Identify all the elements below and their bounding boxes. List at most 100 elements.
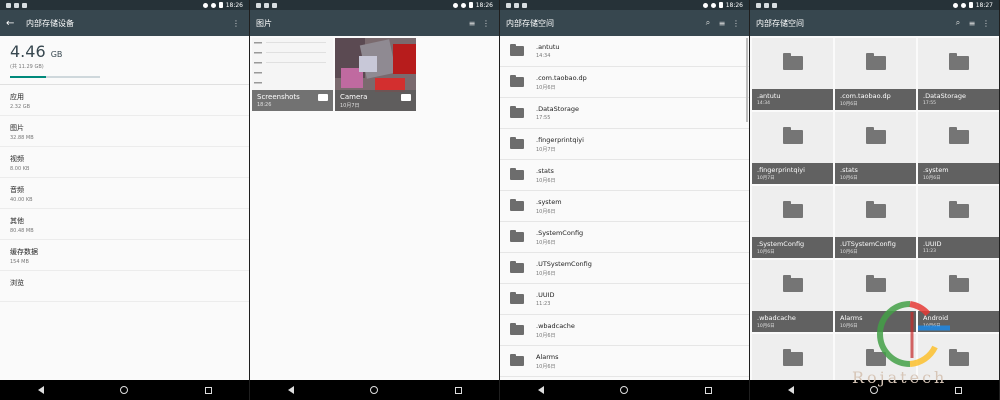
folder-name: .stats [536,166,554,175]
folder-name: .antutu [757,92,781,100]
nav-home-icon[interactable] [870,386,879,394]
page-title: 内部存储设备 [26,18,74,28]
category-label: 浏览 [10,279,24,287]
album-grid: Screenshots 18:26 Camera 10月7日 [250,36,499,113]
file-list-item[interactable]: .UTSystemConfig 10月6日 [500,253,749,284]
nav-back-icon[interactable] [288,386,295,394]
sort-icon[interactable]: ≡ [965,19,979,28]
file-grid-item[interactable]: .UTSystemConfig 10月6日 [835,186,916,258]
nav-recents-icon[interactable] [954,386,962,394]
folder-icon [866,201,886,218]
folder-name: .com.taobao.dp [536,73,587,82]
status-bar: 18:27 [750,0,999,10]
folder-icon [510,323,524,335]
file-grid-item[interactable]: .DataStorage 17:55 [918,38,999,110]
wifi-icon [460,2,466,8]
file-list-item[interactable]: .stats 10月6日 [500,160,749,191]
file-list-item[interactable]: .SystemConfig 10月6日 [500,222,749,253]
folder-name: Android [923,314,949,322]
folder-date: 17:55 [536,115,551,121]
file-list-item[interactable]: .wbadcache 10月6日 [500,315,749,346]
file-grid-item[interactable]: Android 10月6日 [918,260,999,332]
storage-category-row[interactable]: 图片 32.88 MB [0,116,249,147]
nav-back-icon[interactable] [38,386,45,394]
app-bar: 内部存储空间 ⌕ ≡ ⋮ [750,10,999,36]
file-grid: .antutu 14:34 .com.taobao.dp 10月6日 .DataStor… [750,36,999,400]
panel-pictures: 18:26 图片 ≡ ⋮ Screenshots 18:26 Camera 10… [250,0,500,400]
category-label: 图片 [10,124,24,132]
storage-category-row[interactable]: 缓存数据 154 MB [0,240,249,271]
folder-date: 10月7日 [757,176,775,181]
folder-date: 10月6日 [840,250,858,255]
folder-icon [510,230,524,242]
storage-total: (共 11.29 GB) [10,64,44,70]
album-tile[interactable]: Camera 10月7日 [335,38,416,111]
nav-recents-icon[interactable] [454,386,462,394]
folder-icon [949,53,969,70]
storage-progress-bar [10,76,100,78]
storage-category-row[interactable]: 音频 40.00 KB [0,178,249,209]
more-vert-icon[interactable]: ⋮ [229,19,243,28]
nav-back-icon[interactable] [538,386,545,394]
file-list-item[interactable]: .UUID 11:23 [500,284,749,315]
folder-name: .system [923,166,949,174]
category-size: 80.48 MB [10,228,34,234]
signal-icon [952,2,958,8]
nav-home-icon[interactable] [370,386,379,394]
file-grid-item[interactable]: .antutu 14:34 [752,38,833,110]
nav-home-icon[interactable] [620,386,629,394]
scroll-indicator[interactable] [746,38,748,122]
battery-icon [718,2,723,8]
folder-date: 14:34 [757,101,770,106]
file-list-item[interactable]: .DataStorage 17:55 [500,98,749,129]
file-grid-item[interactable]: .system 10月6日 [918,112,999,184]
storage-category-row[interactable]: 其他 80.48 MB [0,209,249,240]
album-tile[interactable]: Screenshots 18:26 [252,38,333,111]
folder-icon [949,201,969,218]
notification-icon [256,2,261,8]
more-vert-icon[interactable]: ⋮ [729,19,743,28]
nav-recents-icon[interactable] [704,386,712,394]
folder-date: 10月6日 [536,208,556,215]
wifi-icon [710,2,716,8]
folder-name: Alarms [840,314,863,322]
status-time: 18:26 [725,1,743,9]
sort-icon[interactable]: ≡ [715,19,729,28]
file-grid-item[interactable]: Alarms 10月6日 [835,260,916,332]
file-grid-item[interactable]: .wbadcache 10月6日 [752,260,833,332]
file-grid-item[interactable]: .stats 10月6日 [835,112,916,184]
search-icon[interactable]: ⌕ [951,18,965,28]
folder-date: 11:23 [536,301,551,307]
folder-date: 10月6日 [840,102,858,107]
more-vert-icon[interactable]: ⋮ [479,19,493,28]
more-vert-icon[interactable]: ⋮ [979,19,993,28]
sort-icon[interactable]: ≡ [465,19,479,28]
storage-category-row[interactable]: 视频 8.00 KB [0,147,249,178]
arrow-left-icon[interactable]: ← [6,18,26,29]
storage-category-row[interactable]: 应用 2.32 GB [0,85,249,116]
file-list-item[interactable]: Alarms 10月6日 [500,346,749,377]
folder-date: 10月6日 [536,363,556,370]
search-icon[interactable]: ⌕ [701,18,715,28]
nav-recents-icon[interactable] [204,386,212,394]
category-size: 8.00 KB [10,166,30,172]
notification-icon [6,2,11,8]
notification-icon [514,2,519,8]
app-bar: 内部存储空间 ⌕ ≡ ⋮ [500,10,749,36]
notification-icon [506,2,511,8]
file-list-item[interactable]: .system 10月6日 [500,191,749,222]
file-grid-item[interactable]: .UUID 11:23 [918,186,999,258]
storage-category-row[interactable]: 浏览 [0,271,249,302]
folder-icon [866,275,886,292]
file-grid-item[interactable]: .SystemConfig 10月6日 [752,186,833,258]
folder-date: 10月6日 [757,250,775,255]
file-list-item[interactable]: .com.taobao.dp 10月6日 [500,67,749,98]
file-grid-item[interactable]: .fingerprintqiyi 10月7日 [752,112,833,184]
nav-back-icon[interactable] [788,386,795,394]
folder-name: .UUID [923,240,942,248]
file-list-item[interactable]: .fingerprintqiyi 10月7日 [500,129,749,160]
folder-icon [783,201,803,218]
nav-home-icon[interactable] [120,386,129,394]
file-list-item[interactable]: .antutu 14:34 [500,36,749,67]
file-grid-item[interactable]: .com.taobao.dp 10月6日 [835,38,916,110]
